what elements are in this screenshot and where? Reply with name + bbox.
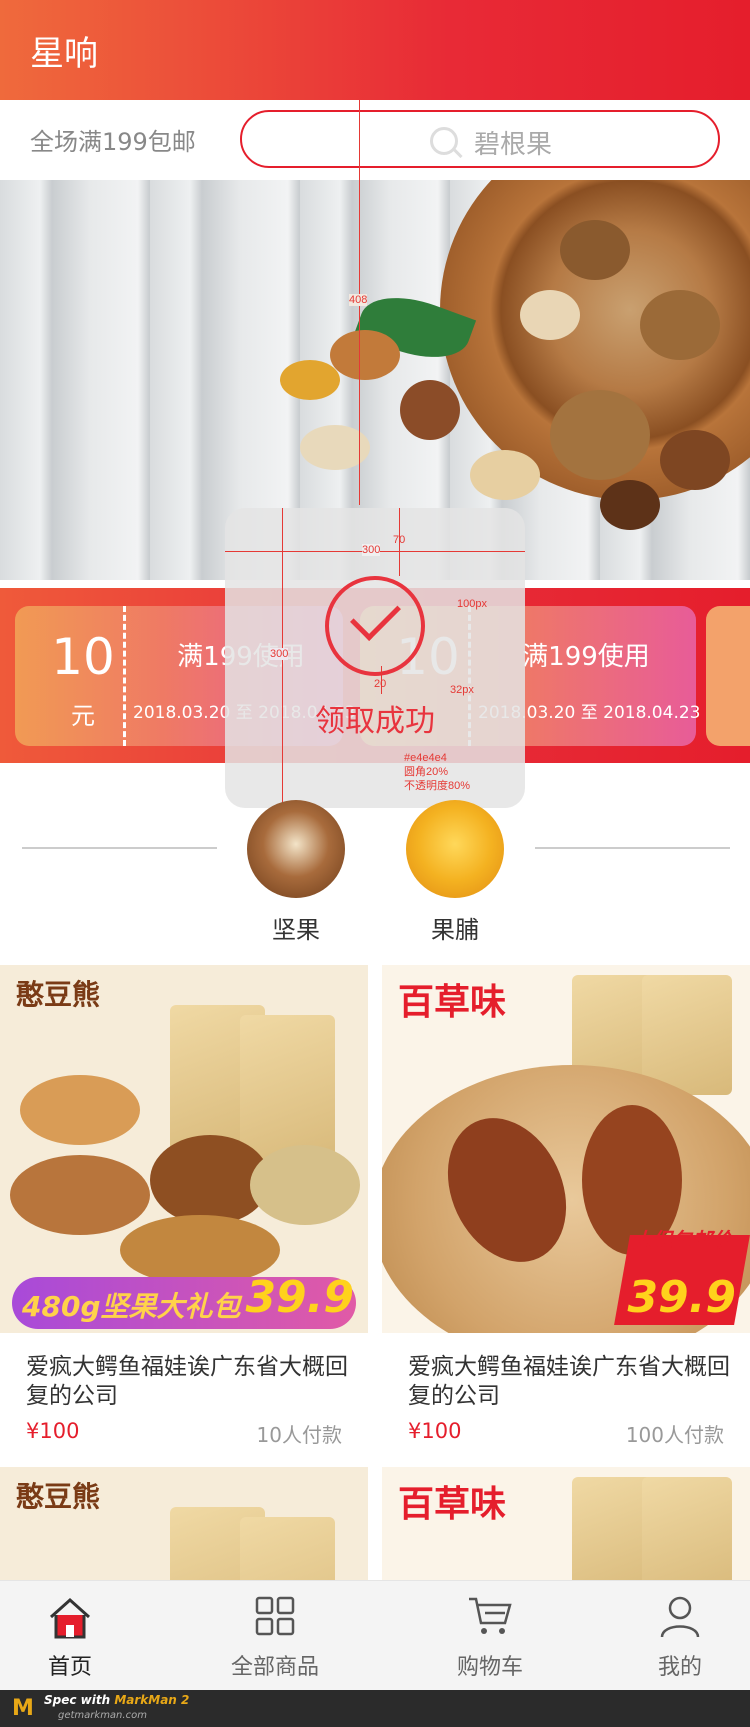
search-row: 全场满199包邮 碧根果 — [0, 100, 750, 180]
nut-pile — [10, 1155, 150, 1235]
spec-label-100px: 100px — [457, 598, 487, 610]
product-price: ¥100 — [408, 1419, 462, 1443]
product-sold-count: 100人付款 — [625, 1423, 724, 1447]
promo-text: 480g坚果大礼包 — [22, 1290, 241, 1323]
category-dried-fruit-image — [406, 800, 504, 898]
coupon-amount: 10 — [51, 628, 115, 686]
product-card[interactable]: 憨豆熊 480g坚果大礼包 39.9 爱疯大鳄鱼福娃诶广东省大概回复的公司 ¥1… — [0, 965, 368, 1449]
tab-label: 购物车 — [456, 1655, 523, 1680]
package — [642, 1477, 732, 1580]
brand-logo: 憨豆熊 — [16, 1480, 101, 1513]
markman-url: getmarkman.com — [58, 1710, 147, 1721]
tab-all-products[interactable]: 全部商品 — [205, 1581, 345, 1691]
spec-label-70: 70 — [393, 534, 406, 546]
coupon-unit: 元 — [71, 702, 95, 730]
markman-footer: M Spec with MarkMan 2 getmarkman.com — [0, 1690, 750, 1727]
grid-icon — [255, 1596, 295, 1636]
spec-label-300-v: 300 — [270, 648, 289, 661]
walnut-large — [550, 390, 650, 480]
brand-logo: 憨豆熊 — [16, 978, 101, 1011]
coupon-divider — [123, 606, 126, 746]
product-image: 憨豆熊 480g坚果大礼包 39.9 — [0, 965, 368, 1333]
cashew — [470, 450, 540, 500]
package — [240, 1015, 335, 1165]
walnut — [640, 290, 720, 360]
category-divider-right — [535, 847, 730, 849]
cart-icon — [469, 1597, 512, 1634]
category-dried-fruit[interactable]: 果脯 — [400, 800, 510, 945]
product-price: ¥100 — [26, 1419, 80, 1443]
spec-label-32px: 32px — [450, 684, 474, 696]
spec-label-radius: 圆角20% — [404, 766, 449, 778]
almond — [330, 330, 400, 380]
tab-label: 我的 — [657, 1655, 702, 1680]
package — [642, 975, 732, 1095]
app-header: 星响 — [0, 0, 750, 100]
product-name: 爱疯大鳄鱼福娃诶广东省大概回复的公司 — [26, 1354, 348, 1409]
tab-label: 首页 — [47, 1655, 92, 1680]
cashew — [520, 290, 580, 340]
nut-pile — [20, 1075, 140, 1145]
category-label: 果脯 — [431, 916, 479, 944]
markman-spec-with: Spec with — [44, 1693, 115, 1707]
markman-tagline: Spec with MarkMan 2 — [44, 1693, 189, 1707]
product-image: 百草味 大促包邮价 39.9 — [382, 965, 750, 1333]
user-icon — [660, 1596, 700, 1638]
hazelnut — [660, 430, 730, 490]
promo-price: 39.9 — [627, 1272, 736, 1323]
product-image: 百草味 — [382, 1467, 750, 1580]
spec-label-bg-color: #e4e4e4 — [404, 752, 447, 764]
check-circle-icon — [325, 576, 425, 676]
tab-home[interactable]: 首页 — [0, 1581, 140, 1691]
category-label: 坚果 — [272, 916, 320, 944]
walnut — [560, 220, 630, 280]
markman-brand: MarkMan 2 — [114, 1693, 190, 1707]
product-card[interactable]: 憨豆熊 — [0, 1467, 368, 1580]
product-name: 爱疯大鳄鱼福娃诶广东省大概回复的公司 — [408, 1354, 730, 1409]
product-image: 憨豆熊 — [0, 1467, 368, 1580]
brand-logo: 百草味 — [398, 982, 507, 1023]
tab-profile[interactable]: 我的 — [610, 1581, 750, 1691]
tab-label: 全部商品 — [230, 1655, 319, 1680]
app-title: 星响 — [30, 34, 98, 74]
category-nuts-image — [247, 800, 345, 898]
promo-text: 大促包邮价 — [632, 1228, 732, 1252]
product-card[interactable]: 百草味 — [382, 1467, 750, 1580]
tab-bar: 首页 全部商品 购物车 我的 — [0, 1580, 750, 1690]
chestnut — [600, 480, 660, 530]
home-icon — [49, 1597, 91, 1639]
spec-label-300: 300 — [362, 544, 381, 557]
product-meta: ¥100 100人付款 — [408, 1419, 724, 1449]
category-nuts[interactable]: 坚果 — [241, 800, 351, 945]
free-shipping-text: 全场满199包邮 — [30, 128, 196, 156]
category-divider-left — [22, 847, 217, 849]
search-icon — [430, 127, 458, 155]
hazelnut — [400, 380, 460, 440]
raisin — [280, 360, 340, 400]
product-card[interactable]: 百草味 大促包邮价 39.9 爱疯大鳄鱼福娃诶广东省大概回复的公司 ¥100 1… — [382, 965, 750, 1449]
spec-label-408: 408 — [349, 294, 368, 307]
search-placeholder: 碧根果 — [474, 130, 553, 160]
markman-logo-icon: M — [12, 1696, 34, 1721]
spec-label-20: 20 — [374, 678, 387, 690]
nut-pile — [250, 1145, 360, 1225]
promo-price: 39.9 — [245, 1272, 354, 1323]
product-sold-count: 10人付款 — [256, 1423, 342, 1447]
search-input[interactable]: 碧根果 — [240, 110, 720, 168]
brand-logo: 百草味 — [398, 1484, 507, 1525]
toast-message: 领取成功 — [315, 704, 435, 739]
spec-label-opacity: 不透明度80% — [404, 780, 471, 792]
package — [240, 1517, 335, 1580]
tab-cart[interactable]: 购物车 — [420, 1581, 560, 1691]
coupon-card-partial[interactable] — [706, 606, 750, 746]
product-meta: ¥100 10人付款 — [26, 1419, 342, 1449]
